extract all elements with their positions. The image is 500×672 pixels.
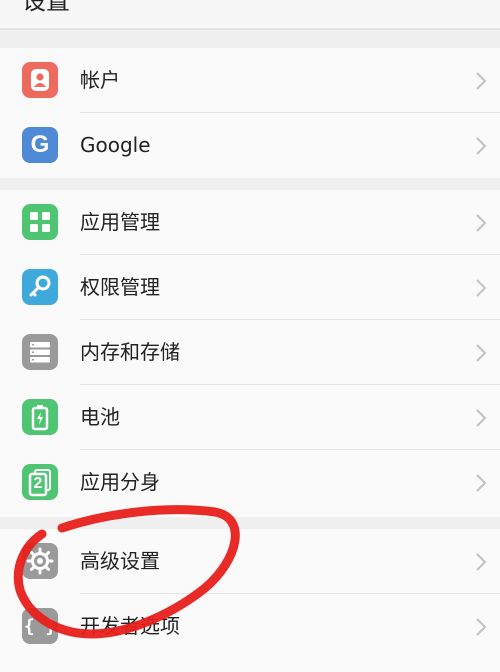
settings-item-label: 应用分身 [80, 470, 160, 494]
settings-item-account[interactable]: 帐户 [0, 48, 500, 113]
settings-item-advanced[interactable]: 高级设置 [0, 529, 500, 594]
settings-item-label: 权限管理 [80, 275, 160, 299]
settings-group-apps: 应用管理 权限管理 内存和存储 电池 2 应用分身 [0, 190, 500, 517]
google-icon: G [22, 127, 58, 163]
settings-item-battery[interactable]: 电池 [0, 385, 500, 450]
settings-item-permission[interactable]: 权限管理 [0, 255, 500, 320]
header-bar: 设置 [0, 0, 500, 30]
settings-screen: 设置 帐户 G Google 应用管理 权限管理 内存和存储 电池 2 应用分身… [0, 0, 500, 672]
settings-item-label: 开发者选项 [80, 614, 180, 638]
settings-item-label: 帐户 [80, 68, 120, 92]
permission-key-icon [22, 269, 58, 305]
settings-item-app-management[interactable]: 应用管理 [0, 190, 500, 255]
settings-item-label: 电池 [80, 405, 120, 429]
google-icon-letter: G [30, 131, 50, 158]
page-title: 设置 [22, 0, 70, 15]
chevron-right-icon [476, 553, 487, 571]
settings-group-system: 高级设置 { } 开发者选项 [0, 529, 500, 672]
chevron-right-icon [476, 474, 487, 492]
account-icon [22, 62, 58, 98]
settings-item-developer[interactable]: { } 开发者选项 [0, 594, 500, 659]
battery-icon [22, 399, 58, 435]
settings-item-app-twin[interactable]: 2 应用分身 [0, 450, 500, 515]
chevron-right-icon [476, 72, 487, 90]
settings-item-storage[interactable]: 内存和存储 [0, 320, 500, 385]
developer-icon-glyph: { } [23, 615, 57, 637]
settings-item-label: 高级设置 [80, 549, 160, 573]
app-management-icon [22, 204, 58, 240]
app-twin-icon-digit: 2 [33, 475, 43, 492]
settings-item-label: 内存和存储 [80, 340, 180, 364]
chevron-right-icon [476, 344, 487, 362]
settings-group-accounts: 帐户 G Google [0, 48, 500, 178]
developer-braces-icon: { } [22, 608, 58, 644]
chevron-right-icon [476, 214, 487, 232]
chevron-right-icon [476, 137, 487, 155]
chevron-right-icon [476, 279, 487, 297]
app-twin-icon: 2 [22, 464, 58, 500]
chevron-right-icon [476, 409, 487, 427]
settings-item-google[interactable]: G Google [0, 113, 500, 178]
gear-icon [22, 543, 58, 579]
settings-item-label: Google [80, 133, 151, 157]
storage-icon [22, 334, 58, 370]
chevron-right-icon [476, 618, 487, 636]
settings-item-label: 应用管理 [80, 210, 160, 234]
